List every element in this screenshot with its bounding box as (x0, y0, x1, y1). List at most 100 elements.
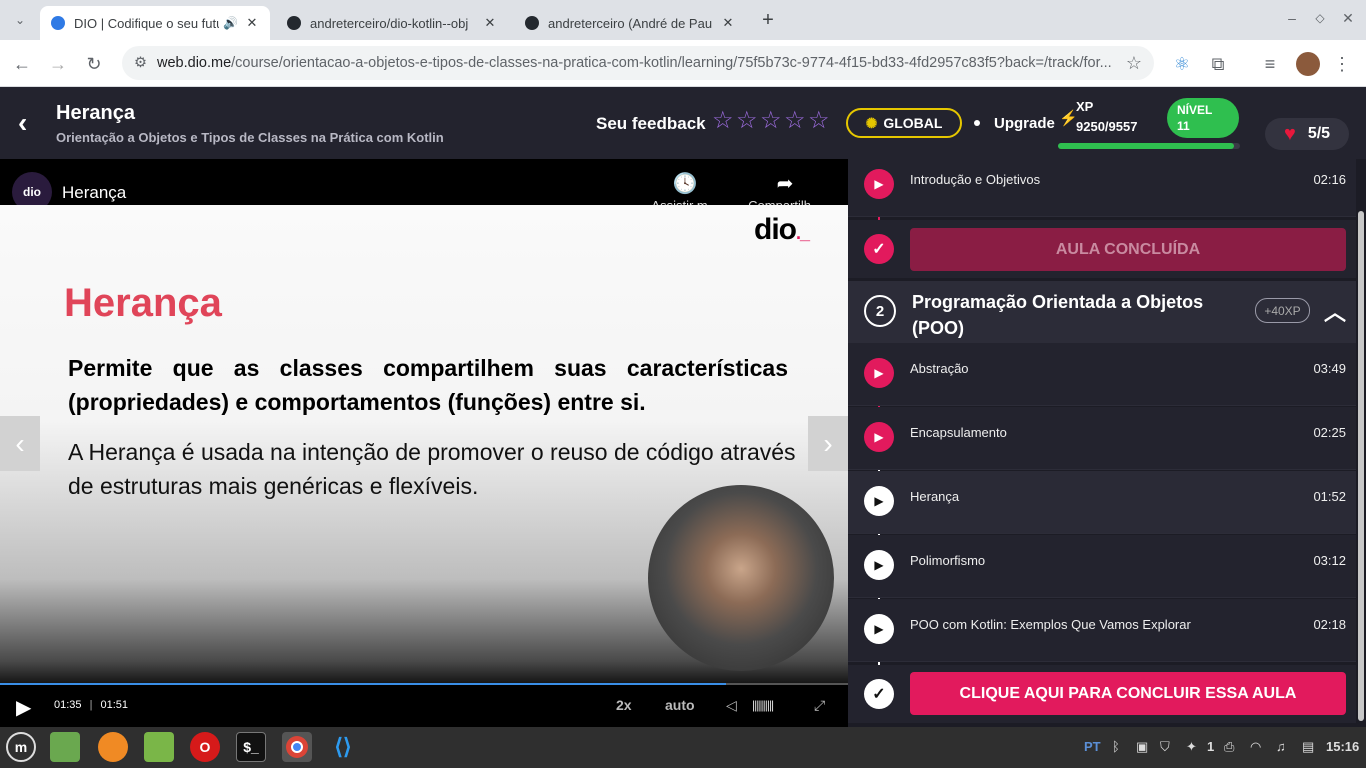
sidebar-scrollbar[interactable] (1358, 211, 1364, 721)
check-icon: ✓ (864, 679, 894, 709)
lesson-item[interactable]: ▶ Encapsulamento 02:25 (848, 407, 1356, 470)
bluetooth-icon[interactable]: ᛒ (1112, 739, 1120, 754)
site-info-icon[interactable]: ⚙ (134, 55, 147, 71)
speaker-icon[interactable]: 🔊 (223, 16, 238, 30)
video-title[interactable]: Herança (62, 183, 126, 203)
tab-title: andreterceiro (André de Pau (548, 15, 713, 31)
module-xp-badge: +40XP (1255, 298, 1310, 323)
close-tab-icon[interactable]: ✕ (720, 15, 736, 31)
star-icon[interactable]: ☆ (760, 109, 782, 133)
folder-icon[interactable] (144, 732, 174, 762)
play-circle-icon: ▶ (864, 486, 894, 516)
dio-favicon-icon (51, 16, 65, 30)
lightning-icon: ⚡ (1059, 110, 1078, 127)
url-host: web.dio.me (157, 55, 232, 71)
workspace-number[interactable]: 1 (1207, 739, 1214, 754)
play-circle-icon: ▶ (864, 169, 894, 199)
lesson-item[interactable]: ▶ Introdução e Objetivos 02:16 (848, 159, 1356, 217)
complete-lesson-row: ✓ CLIQUE AQUI PARA CONCLUIR ESSA AULA (848, 665, 1356, 723)
duration: 01:51 (100, 699, 129, 711)
video-time: 01:35 | 01:51 (54, 699, 128, 711)
upgrade-link[interactable]: Upgrade (994, 115, 1055, 132)
github-icon (287, 16, 301, 30)
video-player[interactable]: dio Herança 🕓 Assistir m... ➦ Compartilh… (0, 159, 848, 727)
chevron-up-icon[interactable]: ︿ (1324, 295, 1346, 327)
slide-bold-text: Permite que as classes compartilhem suas… (68, 355, 788, 415)
star-icon[interactable]: ☆ (808, 109, 830, 133)
back-arrow-icon[interactable]: ‹ (18, 109, 42, 137)
lives-badge: ♥ 5/5 (1265, 118, 1349, 150)
close-tab-icon[interactable]: ✕ (244, 15, 260, 31)
module-number: 2 (864, 295, 896, 327)
minimize-icon[interactable]: – (1280, 6, 1304, 30)
tab-title: andreterceiro/dio-kotlin--obj (310, 15, 469, 31)
chrome-icon[interactable] (282, 732, 312, 762)
play-icon[interactable]: ▶ (16, 695, 31, 720)
tab-dio[interactable]: DIO | Codifique o seu futuro 🔊 ✕ (40, 6, 270, 40)
media-control-icon[interactable]: ≡ (1258, 52, 1282, 76)
play-circle-icon: ▶ (864, 614, 894, 644)
fullscreen-icon[interactable]: ⤢ (814, 697, 825, 714)
video-progress-fill (0, 683, 726, 685)
back-icon[interactable]: ← (10, 52, 34, 76)
module-header[interactable]: 2 Programação Orientada a Objetos (POO) … (848, 281, 1356, 343)
star-icon[interactable]: ☆ (736, 109, 758, 133)
play-circle-icon: ▶ (864, 550, 894, 580)
battery-icon[interactable]: ▤ (1302, 739, 1314, 755)
wifi-icon[interactable]: ◠ (1250, 739, 1261, 755)
close-window-icon[interactable]: ✕ (1336, 6, 1360, 30)
close-tab-icon[interactable]: ✕ (482, 15, 498, 31)
heart-icon: ♥ (1283, 122, 1296, 145)
profile-avatar[interactable] (1296, 52, 1320, 76)
firefox-icon[interactable] (98, 732, 128, 762)
global-ranking-button[interactable]: ✺ GLOBAL (846, 108, 962, 138)
maximize-icon[interactable]: ◇ (1308, 6, 1332, 30)
lesson-duration: 03:12 (1313, 553, 1346, 568)
lesson-item[interactable]: ▶ Abstração 03:49 (848, 343, 1356, 406)
lesson-name: Polimorfismo (910, 553, 986, 568)
tab-github-repo[interactable]: andreterceiro/dio-kotlin--obj ✕ (276, 6, 508, 40)
extensions-icon[interactable]: ⧉ (1206, 52, 1230, 76)
vscode-icon[interactable]: ⟨⟩ (328, 732, 358, 762)
keyboard-layout[interactable]: PT (1084, 739, 1101, 754)
mint-menu-icon[interactable]: m (6, 732, 36, 762)
forward-icon[interactable]: → (46, 52, 70, 76)
tab-github-profile[interactable]: andreterceiro (André de Pau ✕ (514, 6, 746, 40)
menu-icon[interactable]: ⋮ (1330, 52, 1354, 76)
lesson-item-current[interactable]: ▶ Herança 01:52 (848, 471, 1356, 534)
star-icon[interactable]: ☆ (784, 109, 806, 133)
clock[interactable]: 15:16 (1326, 739, 1359, 754)
video-progress-bar[interactable] (0, 683, 848, 685)
terminal-icon[interactable]: $_ (236, 732, 266, 762)
previous-lesson-arrow[interactable]: ‹ (0, 416, 40, 471)
printer-icon[interactable]: ⎙ (1224, 739, 1234, 755)
lesson-duration: 01:52 (1313, 489, 1346, 504)
opera-icon[interactable]: O (190, 732, 220, 762)
sound-icon[interactable]: ♫ (1276, 739, 1286, 754)
dio-logo: dio._ (754, 213, 810, 246)
share-icon: ➦ (776, 173, 794, 195)
shield-icon[interactable]: ⛉ (1160, 739, 1170, 755)
complete-lesson-button[interactable]: CLIQUE AQUI PARA CONCLUIR ESSA AULA (910, 672, 1346, 715)
url-input[interactable]: ⚙ web.dio.me/course/orientacao-a-objetos… (122, 46, 1154, 80)
video-controls: ▶ 01:35 | 01:51 2x auto ◁ |||||||||| ⤢ (0, 683, 848, 727)
reload-icon[interactable]: ↻ (82, 52, 106, 76)
new-tab-button[interactable]: + (756, 8, 780, 32)
files-icon[interactable] (50, 732, 80, 762)
volume-icon[interactable]: ◁ (726, 697, 737, 714)
lesson-duration: 02:18 (1313, 617, 1346, 632)
lesson-item[interactable]: ▶ POO com Kotlin: Exemplos Que Vamos Exp… (848, 599, 1356, 662)
bookmark-star-icon[interactable]: ☆ (1126, 53, 1142, 74)
star-icon[interactable]: ☆ (712, 109, 734, 133)
volume-slider[interactable]: |||||||||| (752, 698, 774, 712)
lesson-item[interactable]: ▶ Polimorfismo 03:12 (848, 535, 1356, 598)
quality-button[interactable]: auto (665, 697, 695, 713)
clipboard-icon[interactable]: ▣ (1136, 739, 1148, 755)
notifications-icon[interactable]: ✦ (1186, 739, 1197, 755)
lesson-completed-button: AULA CONCLUÍDA (910, 228, 1346, 271)
speed-button[interactable]: 2x (616, 697, 632, 713)
next-lesson-arrow[interactable]: › (808, 416, 848, 471)
lesson-title: Herança (56, 102, 135, 124)
react-devtools-icon[interactable]: ⚛ (1170, 52, 1194, 76)
tab-search-icon[interactable]: ⌄ (8, 8, 32, 32)
